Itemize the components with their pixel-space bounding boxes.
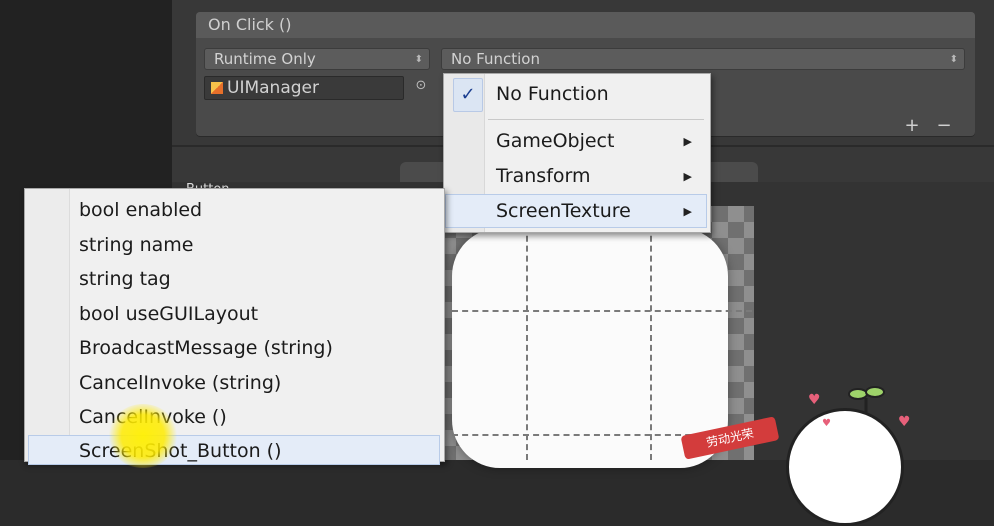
remove-listener-button[interactable]: −	[928, 116, 960, 136]
submenu-item[interactable]: bool enabled	[79, 193, 202, 228]
submenu-item[interactable]: string name	[79, 228, 193, 263]
screentexture-submenu: bool enabled string name string tag bool…	[24, 188, 445, 465]
menu-check-column	[25, 189, 70, 461]
slice-guide-vertical	[526, 206, 528, 460]
button-sprite-preview	[452, 228, 728, 468]
menu-item-label: ScreenTexture	[496, 200, 631, 222]
menu-item-label: Transform	[496, 165, 591, 187]
mascot-sticker	[786, 408, 904, 526]
cube-icon	[211, 82, 223, 94]
menu-item-transform[interactable]: Transform ▶	[496, 159, 708, 194]
function-popup-menu: ✓ No Function GameObject ▶ Transform ▶ S…	[443, 73, 711, 233]
slice-guide-vertical	[650, 206, 652, 460]
heart-icon: ♥	[898, 414, 911, 430]
menu-item-label: GameObject	[496, 130, 615, 152]
updown-arrow-icon: ⬍	[949, 54, 958, 65]
menu-separator	[488, 119, 704, 120]
runtime-only-dropdown[interactable]: Runtime Only ⬍	[204, 48, 430, 70]
submenu-item[interactable]: CancelInvoke (string)	[79, 366, 281, 401]
sprout-icon	[848, 386, 885, 414]
function-dropdown[interactable]: No Function ⬍	[441, 48, 965, 70]
submenu-arrow-icon: ▶	[683, 170, 692, 183]
object-picker-icon[interactable]: ⊙	[414, 79, 428, 93]
menu-item-gameobject[interactable]: GameObject ▶	[496, 124, 708, 159]
menu-item-no-function[interactable]: No Function	[496, 77, 609, 112]
list-add-remove-controls: + −	[896, 116, 966, 136]
checkmark-icon: ✓	[453, 78, 483, 112]
add-listener-button[interactable]: +	[896, 116, 928, 136]
menu-item-screentexture[interactable]: ScreenTexture ▶	[496, 194, 708, 229]
submenu-item[interactable]: bool useGUILayout	[79, 297, 258, 332]
slice-guide-horizontal	[452, 310, 752, 312]
submenu-arrow-icon: ▶	[683, 135, 692, 148]
onclick-event-header: On Click ()	[196, 12, 975, 38]
runtime-dropdown-label: Runtime Only	[214, 50, 316, 68]
cursor-highlight	[108, 404, 178, 468]
heart-icon: ♥	[808, 392, 821, 408]
submenu-item[interactable]: BroadcastMessage (string)	[79, 331, 333, 366]
target-object-field[interactable]: UIManager	[204, 76, 404, 100]
function-dropdown-label: No Function	[451, 50, 540, 68]
heart-icon: ♥	[822, 418, 831, 429]
target-object-label: UIManager	[227, 78, 319, 98]
updown-arrow-icon: ⬍	[414, 54, 423, 65]
submenu-arrow-icon: ▶	[683, 205, 692, 218]
submenu-item[interactable]: string tag	[79, 262, 171, 297]
